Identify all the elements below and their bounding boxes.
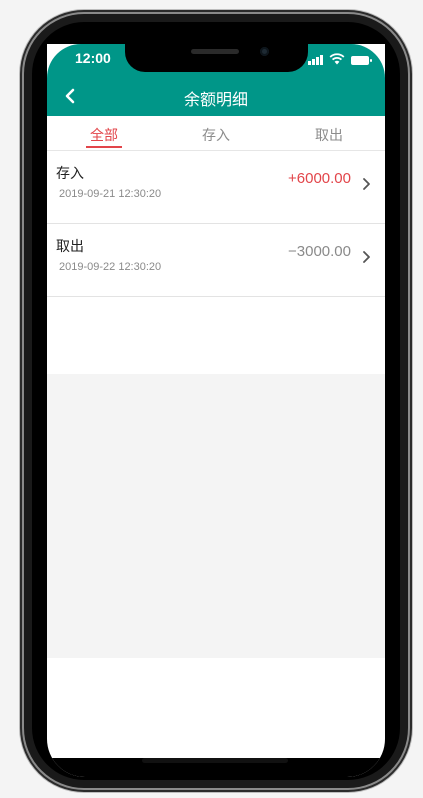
transaction-row[interactable]: 取出 2019-09-22 12:30:20 −3000.00 xyxy=(47,224,385,297)
status-bar: 12:00 xyxy=(47,44,385,72)
device-stage: 12:00 余额明细 全部 存入 取出 存入 2019-09-21 12:30:… xyxy=(0,0,423,798)
navigation-bar: 余额明细 xyxy=(47,76,385,116)
transaction-row[interactable]: 存入 2019-09-21 12:30:20 +6000.00 xyxy=(47,151,385,224)
wifi-icon xyxy=(329,53,345,65)
active-tab-underline xyxy=(86,146,122,148)
transaction-datetime: 2019-09-22 12:30:20 xyxy=(59,261,162,273)
phone-frame: 12:00 余额明细 全部 存入 取出 存入 2019-09-21 12:30:… xyxy=(24,14,408,788)
app-header: 12:00 余额明细 xyxy=(47,44,385,116)
status-time: 12:00 xyxy=(75,50,111,66)
chevron-right-icon xyxy=(363,251,370,263)
signal-icon xyxy=(308,55,324,65)
transaction-amount: +6000.00 xyxy=(288,170,351,187)
tab-withdraw[interactable]: 取出 xyxy=(299,125,359,145)
transaction-datetime: 2019-09-21 12:30:20 xyxy=(59,188,162,200)
battery-icon xyxy=(351,56,372,65)
transaction-amount: −3000.00 xyxy=(288,243,351,260)
chevron-right-icon xyxy=(363,178,370,190)
phone-bezel: 12:00 余额明细 全部 存入 取出 存入 2019-09-21 12:30:… xyxy=(32,22,400,780)
empty-content-area xyxy=(47,374,385,658)
chevron-left-icon[interactable] xyxy=(63,88,77,104)
tab-deposit[interactable]: 存入 xyxy=(186,125,246,145)
page-title: 余额明细 xyxy=(183,90,248,109)
transaction-title: 取出 xyxy=(56,239,84,255)
speaker-grille xyxy=(191,49,239,54)
tab-all[interactable]: 全部 xyxy=(74,125,134,145)
power-button xyxy=(408,194,412,274)
filter-tabs: 全部 存入 取出 xyxy=(47,116,385,151)
notch xyxy=(125,44,308,72)
status-icons xyxy=(308,51,372,65)
phone-screen: 12:00 余额明细 全部 存入 取出 存入 2019-09-21 12:30:… xyxy=(47,44,385,777)
home-indicator[interactable] xyxy=(142,758,288,763)
transaction-list: 存入 2019-09-21 12:30:20 +6000.00 取出 2019-… xyxy=(47,151,385,297)
transaction-title: 存入 xyxy=(56,166,84,182)
front-camera xyxy=(260,47,269,56)
